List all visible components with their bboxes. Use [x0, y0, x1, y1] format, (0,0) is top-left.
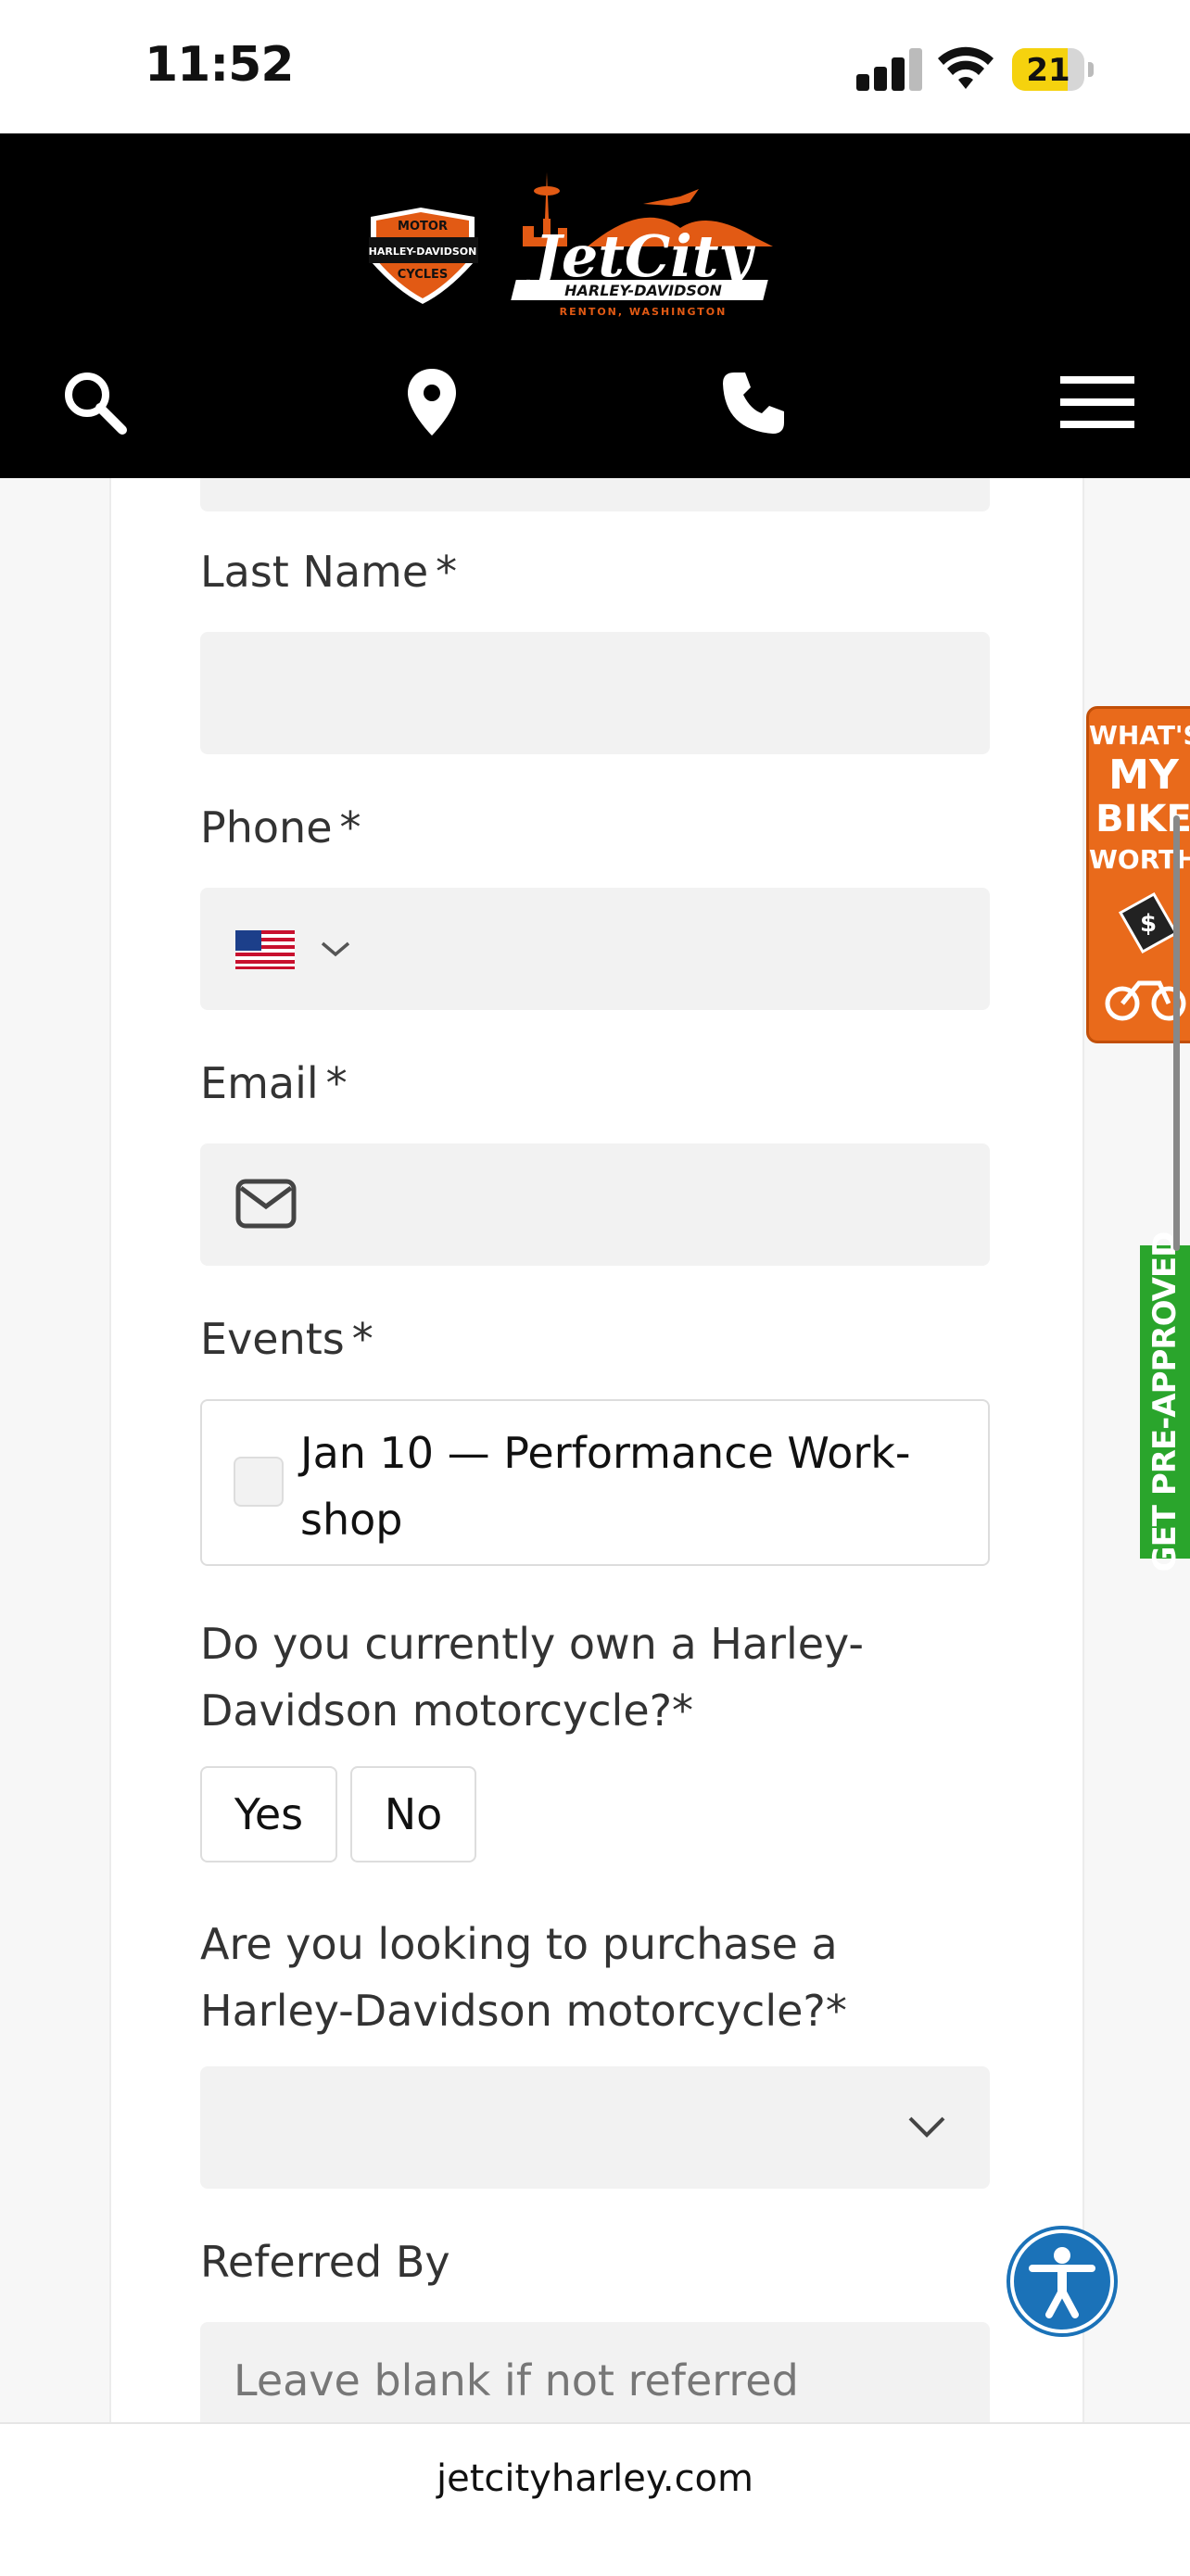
purchase-select[interactable] [200, 2066, 990, 2189]
svg-text:MOTOR: MOTOR [398, 220, 448, 234]
email-label: Email * [200, 1058, 348, 1108]
status-bar: 11:52 21 [0, 0, 1190, 133]
site-header: MOTOR HARLEY-DAVIDSON CYCLES JetCity HAR… [0, 133, 1190, 478]
events-label: Events * [200, 1314, 373, 1364]
us-flag-icon[interactable] [235, 930, 295, 969]
last-name-label: Last Name * [200, 547, 458, 597]
phone-icon[interactable] [715, 365, 790, 439]
cellular-signal-icon [856, 46, 922, 91]
event-checkbox[interactable] [234, 1457, 284, 1507]
content-area: Last Name * Phone * Email * Events * Jan… [0, 478, 1190, 2422]
battery-icon: 21 [1012, 48, 1094, 91]
accessibility-button[interactable] [1006, 2226, 1118, 2337]
location-pin-icon[interactable] [395, 365, 469, 439]
menu-icon[interactable] [1060, 365, 1134, 439]
get-pre-approved-tab[interactable]: GET PRE-APPROVED [1140, 1232, 1190, 1572]
wifi-icon [938, 46, 994, 89]
svg-text:RENTON, WASHINGTON: RENTON, WASHINGTON [560, 306, 728, 318]
svg-text:HARLEY-DAVIDSON: HARLEY-DAVIDSON [369, 246, 477, 258]
own-no-button[interactable]: No [350, 1766, 476, 1863]
jetcity-harley-davidson-logo[interactable]: MOTOR HARLEY-DAVIDSON CYCLES JetCity HAR… [365, 172, 779, 321]
referred-by-input[interactable]: Leave blank if not referred [200, 2322, 990, 2422]
browser-address-bar[interactable]: jetcityharley.com [0, 2422, 1190, 2576]
own-motorcycle-question: Do you currently own a Harley- Davidson … [200, 1619, 865, 1736]
phone-input[interactable] [200, 888, 990, 1010]
own-yes-button[interactable]: Yes [200, 1766, 337, 1863]
first-name-field[interactable] [200, 478, 990, 511]
url-text[interactable]: jetcityharley.com [0, 2457, 1190, 2500]
event-option-label: Jan 10 — Performance Work- shop [300, 1428, 911, 1545]
svg-text:CYCLES: CYCLES [398, 268, 449, 282]
event-option[interactable]: Jan 10 — Performance Work- shop [200, 1399, 990, 1566]
status-time: 11:52 [145, 37, 295, 93]
phone-label: Phone * [200, 802, 361, 852]
referred-by-placeholder: Leave blank if not referred [234, 2355, 799, 2406]
scrollbar[interactable] [1173, 815, 1180, 1251]
purchase-question: Are you looking to purchase a Harley-Dav… [200, 1919, 847, 2036]
referred-by-label: Referred By [200, 2237, 450, 2287]
envelope-icon [235, 1179, 297, 1229]
last-name-input[interactable] [200, 632, 990, 754]
search-icon[interactable] [57, 365, 132, 439]
email-input[interactable] [200, 1143, 990, 1266]
svg-text:HARLEY-DAVIDSON: HARLEY-DAVIDSON [564, 282, 722, 299]
battery-level: 21 [1026, 52, 1070, 89]
chevron-down-icon[interactable] [905, 2113, 949, 2140]
accessibility-icon [1010, 2229, 1114, 2333]
svg-text:$: $ [1140, 910, 1157, 938]
chevron-down-icon[interactable] [319, 938, 352, 960]
